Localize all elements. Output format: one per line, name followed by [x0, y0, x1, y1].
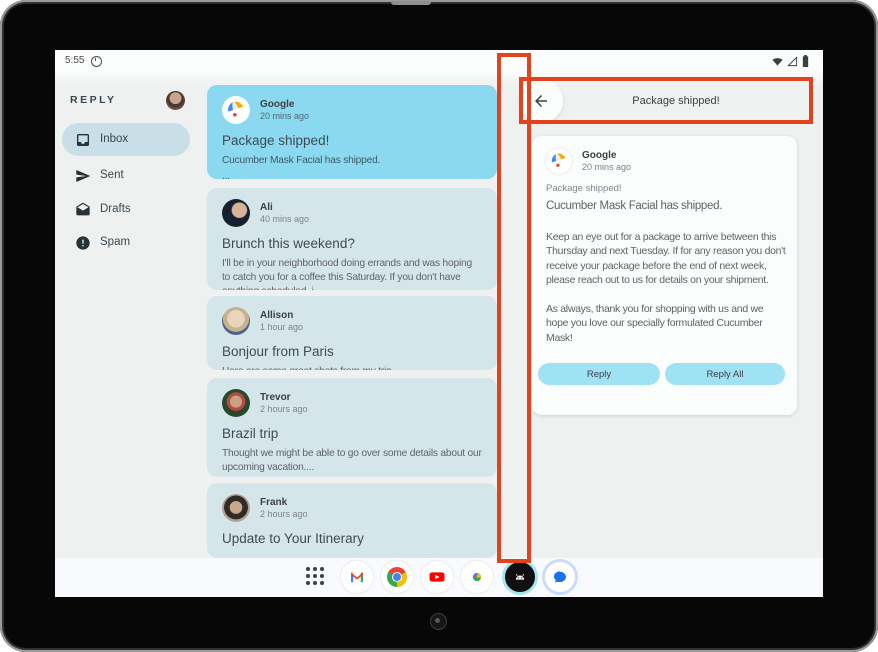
sidebar-item-label: Inbox: [100, 133, 128, 145]
all-apps-button[interactable]: [300, 561, 332, 593]
email-preview: Here are some great shots from my trip..…: [222, 365, 482, 370]
detail-body-paragraph: Cucumber Mask Facial has shipped.: [546, 199, 786, 214]
email-time: 40 mins ago: [260, 214, 309, 225]
power-button: [391, 1, 431, 5]
chat-bubble-icon: [551, 568, 569, 586]
sidebar-item-label: Spam: [100, 236, 130, 248]
sidebar-item-drafts[interactable]: Drafts: [55, 193, 205, 227]
status-time: 5:55: [65, 55, 84, 66]
email-subject: Brazil trip: [222, 426, 482, 441]
sender-avatar: [222, 307, 250, 335]
messages-app-icon[interactable]: [542, 559, 578, 595]
email-sender: Frank: [260, 497, 308, 509]
email-preview: Thought we might be able to go over some…: [222, 447, 482, 475]
email-time: 1 hour ago: [260, 322, 303, 333]
email-time: 2 hours ago: [260, 404, 308, 415]
reply-all-button[interactable]: Reply All: [665, 363, 785, 385]
detail-body-paragraph: As always, thank you for shopping with u…: [546, 302, 786, 346]
battery-icon: [802, 55, 809, 67]
youtube-app-icon[interactable]: [421, 561, 453, 593]
email-subject: Package shipped!: [222, 133, 482, 148]
photos-icon: [467, 567, 487, 587]
email-preview: Cucumber Mask Facial has shipped.: [222, 154, 482, 168]
reply-button[interactable]: Reply: [538, 363, 660, 385]
email-list-item-frank[interactable]: Frank 2 hours ago Update to Your Itinera…: [207, 483, 497, 558]
sidebar-item-label: Drafts: [100, 203, 131, 215]
app-title: REPLY: [70, 94, 117, 106]
email-sender: Google: [260, 99, 309, 111]
email-sender: Allison: [260, 310, 303, 322]
email-subject: Brunch this weekend?: [222, 236, 482, 251]
send-icon: [75, 168, 91, 184]
sidebar-item-sent[interactable]: Sent: [55, 159, 205, 193]
spam-icon: [75, 235, 91, 251]
email-subject: Update to Your Itinerary: [222, 531, 482, 546]
sender-avatar: [222, 199, 250, 227]
email-list-item-ali[interactable]: Ali 40 mins ago Brunch this weekend? I'l…: [207, 188, 497, 290]
profile-avatar[interactable]: [166, 91, 185, 110]
sender-avatar: [222, 494, 250, 522]
chrome-app-icon[interactable]: [381, 561, 413, 593]
email-preview-ellipsis: ...: [222, 170, 482, 179]
alarm-icon: [91, 56, 102, 67]
sender-avatar: [222, 389, 250, 417]
detail-time: 20 mins ago: [582, 162, 631, 173]
wifi-icon: [772, 56, 783, 67]
email-time: 20 mins ago: [260, 111, 309, 122]
detail-sender: Google: [582, 150, 631, 162]
email-list-item-google[interactable]: Google 20 mins ago Package shipped! Cucu…: [207, 85, 497, 179]
google-umbrella-avatar: [546, 148, 572, 174]
email-sender: Trevor: [260, 392, 308, 404]
email-preview: I'll be in your neighborhood doing erran…: [222, 257, 482, 290]
drafts-icon: [75, 202, 91, 218]
youtube-icon: [427, 567, 447, 587]
cellular-icon: [787, 56, 798, 67]
email-list-item-allison[interactable]: Allison 1 hour ago Bonjour from Paris He…: [207, 296, 497, 370]
gmail-app-icon[interactable]: [341, 561, 373, 593]
inbox-icon: [75, 132, 91, 148]
email-subject: Bonjour from Paris: [222, 344, 482, 359]
status-icons: [772, 55, 809, 67]
app-grid-icon: [306, 567, 325, 586]
detail-body-paragraph: Keep an eye out for a package to arrive …: [546, 230, 786, 288]
photos-app-icon[interactable]: [461, 561, 493, 593]
detail-header-title: Package shipped!: [531, 95, 821, 107]
email-list-item-trevor[interactable]: Trevor 2 hours ago Brazil trip Thought w…: [207, 378, 497, 477]
sidebar-item-inbox[interactable]: Inbox: [55, 123, 205, 157]
email-sender: Ali: [260, 202, 309, 214]
gmail-icon: [348, 568, 366, 586]
sidebar-item-label: Sent: [100, 169, 124, 181]
detail-subject: Package shipped!: [546, 183, 783, 194]
front-camera: [430, 613, 447, 630]
sidebar-item-spam[interactable]: Spam: [55, 226, 205, 260]
email-detail-card: Google 20 mins ago Package shipped! Cucu…: [532, 136, 797, 415]
email-time: 2 hours ago: [260, 509, 308, 520]
tablet-screen: 5:55 REPLY Inbox Sent Drafts Spam: [55, 50, 823, 597]
android-emulator-app-icon[interactable]: [502, 559, 538, 595]
chrome-icon: [387, 567, 407, 587]
screenshot-stage: 5:55 REPLY Inbox Sent Drafts Spam: [0, 0, 878, 652]
android-icon: [511, 568, 529, 586]
google-umbrella-avatar: [222, 96, 250, 124]
